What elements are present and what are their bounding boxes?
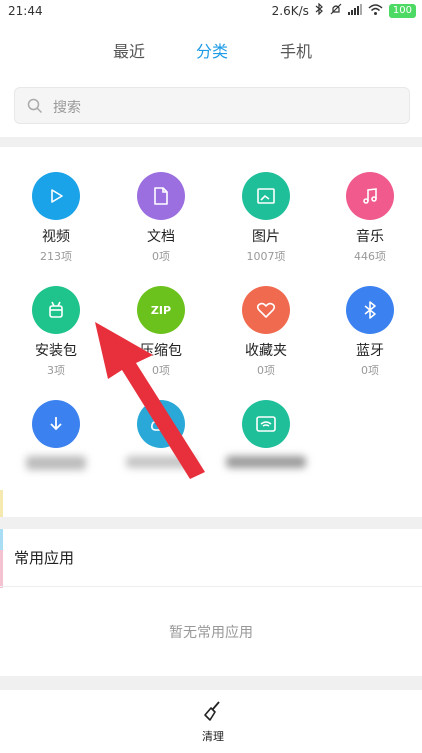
category-bluetooth-circle xyxy=(346,286,394,334)
category-document-circle xyxy=(137,172,185,220)
section-divider xyxy=(0,586,422,587)
bluetooth-status-icon xyxy=(315,2,324,18)
category-name: 蓝牙 xyxy=(356,343,384,359)
status-bar: 21:44 2.6K/s 100 xyxy=(0,0,422,22)
category-image[interactable]: 图片 1007项 xyxy=(216,172,316,264)
category-document[interactable]: 文档 0项 xyxy=(111,172,211,264)
search-bar[interactable]: 搜索 xyxy=(14,87,410,124)
cloud-icon xyxy=(151,417,171,431)
tab-category[interactable]: 分类 xyxy=(196,38,228,62)
category-bluetooth[interactable]: 蓝牙 0项 xyxy=(320,286,420,378)
music-icon xyxy=(363,188,377,204)
image-icon xyxy=(257,188,275,204)
category-apk-circle xyxy=(32,286,80,334)
category-image-circle xyxy=(242,172,290,220)
tab-phone[interactable]: 手机 xyxy=(280,38,312,62)
category-video-circle xyxy=(32,172,80,220)
category-count: 0项 xyxy=(152,364,170,377)
category-name: 视频 xyxy=(42,229,70,245)
category-favorites-circle xyxy=(242,286,290,334)
blurred-label xyxy=(26,456,86,470)
zip-icon: ZIP xyxy=(150,303,172,317)
document-icon xyxy=(154,187,168,205)
category-name: 文档 xyxy=(147,229,175,245)
wifi-icon xyxy=(368,3,383,18)
bottom-bar: 清理 xyxy=(0,690,422,753)
status-time: 21:44 xyxy=(8,4,43,18)
heart-icon xyxy=(256,302,276,318)
bluetooth-icon xyxy=(364,301,376,319)
tab-recent[interactable]: 最近 xyxy=(113,38,145,62)
category-count: 0项 xyxy=(152,250,170,263)
battery-indicator: 100 xyxy=(388,3,416,18)
clean-button[interactable]: 清理 xyxy=(191,700,235,744)
category-transfer-circle xyxy=(242,400,290,448)
category-cloud-circle xyxy=(137,400,185,448)
category-count: 213项 xyxy=(40,250,72,263)
category-count: 3项 xyxy=(47,364,65,377)
category-zip-circle: ZIP xyxy=(137,286,185,334)
signal-icon xyxy=(347,3,362,18)
category-count: 446项 xyxy=(354,250,386,263)
category-name: 安装包 xyxy=(35,343,77,359)
category-name: 图片 xyxy=(252,229,280,245)
category-favorites[interactable]: 收藏夹 0项 xyxy=(216,286,316,378)
wifi-transfer-icon xyxy=(256,416,276,432)
category-count: 0项 xyxy=(361,364,379,377)
search-placeholder: 搜索 xyxy=(53,100,81,116)
broom-icon xyxy=(204,701,220,721)
category-zip[interactable]: ZIP 压缩包 0项 xyxy=(111,286,211,378)
download-icon xyxy=(50,417,62,431)
divider xyxy=(0,676,422,690)
play-icon xyxy=(51,189,63,203)
frequent-apps-empty: 暂无常用应用 xyxy=(169,625,253,641)
category-name: 压缩包 xyxy=(140,343,182,359)
divider xyxy=(0,517,422,529)
category-download[interactable] xyxy=(6,400,106,470)
network-speed: 2.6K/s xyxy=(271,3,309,18)
category-music[interactable]: 音乐 446项 xyxy=(320,172,420,264)
divider xyxy=(0,137,422,147)
category-cloud[interactable] xyxy=(111,400,211,468)
category-music-circle xyxy=(346,172,394,220)
tab-bar: 最近 分类 手机 xyxy=(0,38,422,64)
category-apk[interactable]: 安装包 3项 xyxy=(6,286,106,378)
category-download-circle xyxy=(32,400,80,448)
category-count: 0项 xyxy=(257,364,275,377)
blurred-label xyxy=(126,456,196,468)
category-transfer[interactable] xyxy=(216,400,316,468)
edge-decoration xyxy=(0,550,3,588)
search-icon xyxy=(27,98,43,114)
clean-label: 清理 xyxy=(202,730,224,743)
category-name: 音乐 xyxy=(356,229,384,245)
android-icon xyxy=(49,301,63,318)
category-count: 1007项 xyxy=(246,250,286,263)
mute-icon xyxy=(330,3,342,18)
blurred-label xyxy=(226,456,306,468)
category-video[interactable]: 视频 213项 xyxy=(6,172,106,264)
category-name: 收藏夹 xyxy=(245,343,287,359)
frequent-apps-title: 常用应用 xyxy=(14,549,75,567)
